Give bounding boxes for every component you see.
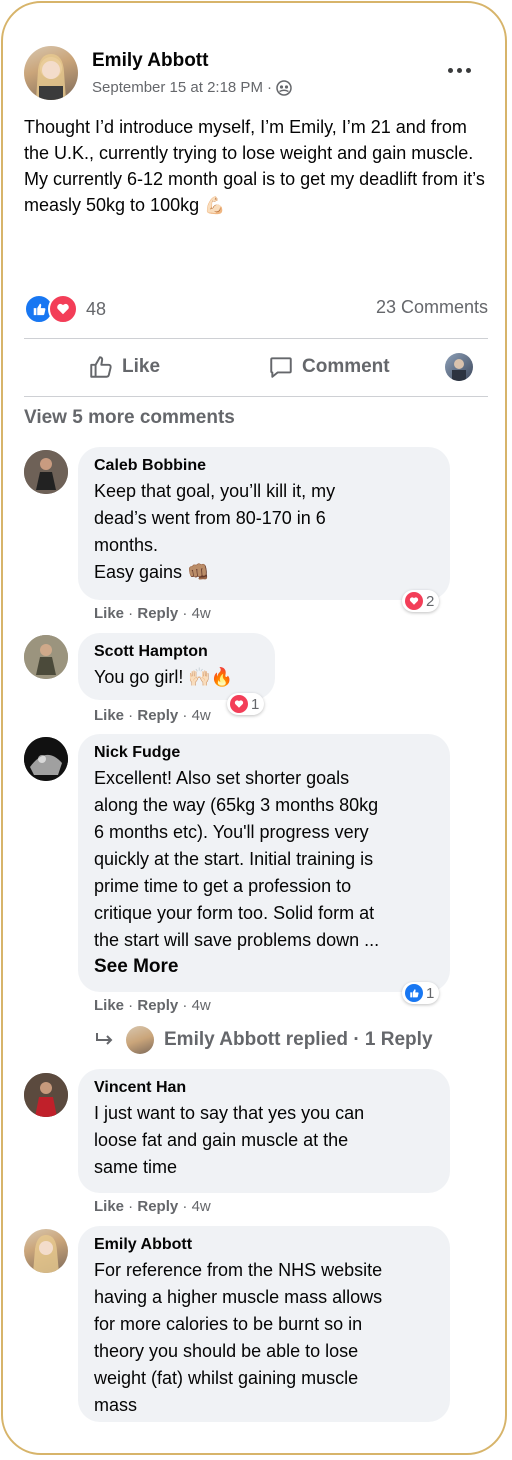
comment-time[interactable]: 4w: [192, 707, 211, 724]
view-replies-link[interactable]: Emily Abbott replied · 1 Reply: [94, 1026, 433, 1054]
comment-button[interactable]: Comment: [268, 354, 390, 380]
post-timestamp[interactable]: September 15 at 2:18 PM: [92, 79, 263, 96]
comment-actions: Like · Reply · 4w: [94, 707, 211, 724]
comment-text: Excellent! Also set shorter goals along …: [94, 768, 380, 950]
like-label: Like: [122, 356, 161, 377]
meta-separator: ·: [266, 79, 272, 96]
reaction-audience-avatar[interactable]: [445, 353, 473, 381]
more-options-icon[interactable]: [448, 68, 471, 73]
divider-top: [24, 338, 488, 339]
commenter-name[interactable]: Scott Hampton: [94, 643, 259, 661]
comment-text: For reference from the NHS website havin…: [94, 1260, 383, 1415]
comment-reaction-pill[interactable]: 1: [402, 982, 440, 1004]
commenter-name[interactable]: Nick Fudge: [94, 744, 434, 762]
comment-reply-button[interactable]: Reply: [137, 997, 178, 1014]
comment-bubble: Vincent Han I just want to say that yes …: [78, 1069, 450, 1193]
post-meta: September 15 at 2:18 PM ·: [92, 79, 292, 96]
comment-like-button[interactable]: Like: [94, 1198, 124, 1215]
post-text: Thought I’d introduce myself, I’m Emily,…: [24, 117, 485, 215]
post-author-avatar[interactable]: [24, 46, 78, 100]
comment-time[interactable]: 4w: [192, 1198, 211, 1215]
thumbs-up-icon: [88, 354, 114, 380]
commenter-avatar[interactable]: [24, 635, 68, 679]
post-author-name[interactable]: Emily Abbott: [92, 50, 208, 72]
comment-text: Keep that goal, you’ll kill it, my dead’…: [94, 481, 336, 582]
view-more-comments-link[interactable]: View 5 more comments: [24, 407, 235, 429]
post-body: Thought I’d introduce myself, I’m Emily,…: [24, 114, 494, 219]
commenter-name[interactable]: Caleb Bobbine: [94, 457, 434, 475]
like-reaction-icon: [405, 984, 423, 1002]
comment-reply-button[interactable]: Reply: [137, 1198, 178, 1215]
comment-text: I just want to say that yes you can loos…: [94, 1103, 365, 1177]
comment-reply-button[interactable]: Reply: [137, 707, 178, 724]
commenter-avatar[interactable]: [24, 450, 68, 494]
comment-bubble: Caleb Bobbine Keep that goal, you’ll kil…: [78, 447, 450, 600]
reaction-summary[interactable]: 48: [24, 294, 106, 324]
comment-time[interactable]: 4w: [192, 997, 211, 1014]
commenter-avatar[interactable]: [24, 737, 68, 781]
comment-bubble: Nick Fudge Excellent! Also set shorter g…: [78, 734, 450, 992]
love-reaction-icon: [405, 592, 423, 610]
comment-bubble-icon: [268, 354, 294, 380]
see-more-link[interactable]: See More: [94, 956, 434, 978]
comment-bubble: Emily Abbott For reference from the NHS …: [78, 1226, 450, 1422]
comment-label: Comment: [302, 356, 390, 377]
comment-like-button[interactable]: Like: [94, 605, 124, 622]
reaction-count: 48: [86, 298, 107, 319]
commenter-avatar[interactable]: [24, 1073, 68, 1117]
comment-bubble: Scott Hampton You go girl! 🙌🏻🔥: [78, 633, 275, 700]
comment-reaction-pill[interactable]: 1: [227, 693, 265, 715]
comment-reply-button[interactable]: Reply: [137, 605, 178, 622]
comment-actions: Like · Reply · 4w: [94, 1198, 211, 1215]
comment-like-button[interactable]: Like: [94, 707, 124, 724]
love-reaction-icon: [230, 695, 248, 713]
flexed-bicep-emoji: 💪🏻: [204, 196, 226, 215]
commenter-name[interactable]: Vincent Han: [94, 1079, 434, 1097]
reply-arrow-icon: [94, 1031, 116, 1049]
comment-reaction-count: 1: [251, 695, 260, 713]
comments-count[interactable]: 23 Comments: [376, 297, 488, 318]
reply-author-avatar: [126, 1026, 154, 1054]
comment-actions: Like · Reply · 4w: [94, 605, 211, 622]
comment-reaction-count: 1: [426, 984, 435, 1002]
divider-bottom: [24, 396, 488, 397]
comment-text: You go girl! 🙌🏻🔥: [94, 667, 234, 687]
commenter-avatar[interactable]: [24, 1229, 68, 1273]
replied-summary: Emily Abbott replied · 1 Reply: [164, 1029, 433, 1050]
comment-actions: Like · Reply · 4w: [94, 997, 211, 1014]
comment-reaction-count: 2: [426, 592, 435, 610]
like-button[interactable]: Like: [88, 354, 160, 380]
audience-friends-icon[interactable]: [276, 79, 292, 96]
love-reaction-icon: [48, 294, 78, 324]
comment-like-button[interactable]: Like: [94, 997, 124, 1014]
commenter-name[interactable]: Emily Abbott: [94, 1236, 434, 1254]
comment-reaction-pill[interactable]: 2: [402, 590, 440, 612]
comment-time[interactable]: 4w: [192, 605, 211, 622]
